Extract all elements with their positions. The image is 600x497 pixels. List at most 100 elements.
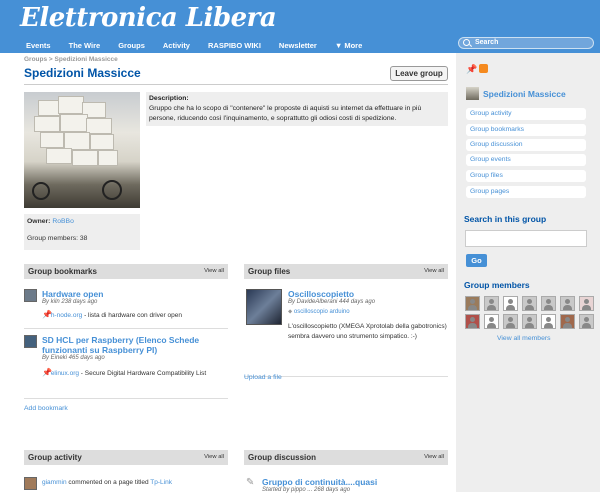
search-input[interactable]: Search — [458, 37, 594, 49]
bookmark-desc: - Secure Digital Hardware Compatibility … — [79, 370, 207, 377]
member-avatar[interactable] — [579, 314, 594, 329]
site-logo[interactable]: Elettronica Libera — [20, 3, 277, 33]
nav-events[interactable]: Events — [26, 41, 51, 50]
description-label: Description: — [149, 95, 189, 102]
owner-link[interactable]: RoBBo — [52, 218, 74, 225]
tag-icon: ⬥ — [288, 309, 293, 315]
page-title: Spedizioni Massicce — [24, 66, 141, 80]
avatar[interactable] — [24, 289, 37, 302]
bookmark-link[interactable]: elinux.org — [51, 370, 79, 377]
add-bookmark-link[interactable]: Add bookmark — [24, 405, 68, 412]
nav-newsletter[interactable]: Newsletter — [279, 41, 317, 50]
nav-groups[interactable]: Groups — [118, 41, 145, 50]
file-meta: By DavideAlberani 444 days ago — [288, 299, 376, 305]
leave-group-button[interactable]: Leave group — [390, 66, 448, 81]
member-avatar[interactable] — [541, 296, 556, 311]
sidebar-item-group-pages[interactable]: Group pages — [466, 186, 586, 198]
file-tags[interactable]: oscilloscopio arduino — [294, 309, 350, 315]
group-activity-title: Group activity — [28, 453, 82, 462]
pin-icon[interactable]: 📌 — [466, 64, 477, 75]
member-avatar[interactable] — [522, 314, 537, 329]
bookmark-title[interactable]: Hardware open — [42, 289, 103, 299]
bookmark-meta: By kiln 238 days ago — [42, 299, 98, 305]
site-header: Elettronica Libera Events The Wire Group… — [0, 0, 600, 53]
group-discussion-panel: Group discussion View all ✎ Gruppo di co… — [244, 450, 448, 493]
sidebar-item-group-bookmarks[interactable]: Group bookmarks — [466, 124, 586, 136]
discussion-item: ✎ Gruppo di continuità....quasi Started … — [244, 477, 448, 497]
title-divider — [24, 84, 448, 85]
file-thumbnail[interactable] — [246, 289, 282, 325]
bookmarks-view-all-link[interactable]: View all — [204, 264, 224, 279]
bookmark-link[interactable]: h-node.org — [51, 312, 82, 319]
nav-activity[interactable]: Activity — [163, 41, 190, 50]
member-count: Group members: 38 — [27, 235, 88, 242]
sidebar-group-name[interactable]: Spedizioni Massicce — [483, 89, 566, 99]
group-members-heading: Group members — [464, 280, 530, 290]
go-button[interactable]: Go — [466, 254, 487, 267]
avatar[interactable] — [24, 335, 37, 348]
sidebar-group-avatar[interactable] — [466, 87, 479, 100]
member-avatar[interactable] — [503, 314, 518, 329]
avatar[interactable] — [24, 477, 37, 490]
bookmark-item: SD HCL per Raspberry (Elenco Schede funz… — [24, 333, 228, 399]
rss-icon[interactable] — [479, 64, 488, 73]
activity-item: giammin commented on a page titled Tp-Li… — [24, 477, 228, 491]
member-avatar[interactable] — [560, 296, 575, 311]
group-owner-box: Owner: RoBBo Group members: 38 — [24, 214, 140, 250]
member-avatar[interactable] — [522, 296, 537, 311]
bookmark-desc: - lista di hardware con driver open — [82, 312, 182, 319]
member-avatar[interactable] — [579, 296, 594, 311]
member-avatar[interactable] — [503, 296, 518, 311]
file-description: L'oscilloscopietto (XMEGA Xprotolab dell… — [288, 323, 447, 340]
group-files-header: Group files View all — [244, 264, 448, 279]
member-avatar[interactable] — [560, 314, 575, 329]
sidebar-item-group-discussion[interactable]: Group discussion — [466, 139, 586, 151]
activity-user[interactable]: giammin — [42, 479, 67, 486]
pencil-icon: ✎ — [246, 477, 255, 488]
bookmark-title[interactable]: SD HCL per Raspberry (Elenco Schede funz… — [42, 335, 228, 355]
sidebar-item-group-events[interactable]: Group events — [466, 154, 586, 166]
upload-file-link[interactable]: Upload a file — [244, 374, 282, 381]
file-item: Oscilloscopietto By DavideAlberani 444 d… — [244, 289, 448, 377]
discussion-title[interactable]: Gruppo di continuità....quasi — [262, 477, 377, 487]
bookmark-meta: By Eineki 465 days ago — [42, 355, 105, 361]
group-bookmarks-header: Group bookmarks View all — [24, 264, 228, 279]
discussion-meta: Started by pippo ... 268 days ago — [262, 487, 351, 493]
group-discussion-header: Group discussion View all — [244, 450, 448, 465]
pin-icon: 📌 — [42, 310, 52, 319]
member-avatar[interactable] — [484, 296, 499, 311]
member-avatar[interactable] — [541, 314, 556, 329]
member-avatar[interactable] — [484, 314, 499, 329]
member-avatar[interactable] — [465, 314, 480, 329]
bookmark-item: Hardware open By kiln 238 days ago 📌 h-n… — [24, 289, 228, 329]
nav-the-wire[interactable]: The Wire — [69, 41, 101, 50]
owner-label: Owner: — [27, 218, 51, 225]
breadcrumb[interactable]: Groups > Spedizioni Massicce — [24, 56, 118, 63]
search-icon — [463, 39, 470, 46]
description-text: Gruppo che ha lo scopo di "contenere" le… — [149, 105, 422, 122]
main-nav: Events The Wire Groups Activity RASPIBO … — [26, 41, 380, 50]
group-files-title: Group files — [248, 267, 291, 276]
discussion-view-all-link[interactable]: View all — [424, 450, 444, 465]
sidebar-item-group-files[interactable]: Group files — [466, 170, 586, 182]
group-search-heading: Search in this group — [464, 214, 547, 224]
nav-more[interactable]: ▼ More — [335, 41, 362, 50]
activity-view-all-link[interactable]: View all — [204, 450, 224, 465]
group-bookmarks-title: Group bookmarks — [28, 267, 97, 276]
file-title[interactable]: Oscilloscopietto — [288, 289, 354, 299]
member-avatar[interactable] — [465, 296, 480, 311]
group-discussion-title: Group discussion — [248, 453, 317, 462]
view-all-members-link[interactable]: View all members — [497, 335, 551, 342]
group-search-input[interactable] — [465, 230, 587, 247]
group-files-panel: Group files View all Oscilloscopietto By… — [244, 264, 448, 394]
nav-raspibo-wiki[interactable]: RASPIBO WIKI — [208, 41, 261, 50]
files-view-all-link[interactable]: View all — [424, 264, 444, 279]
group-photo — [24, 92, 140, 208]
activity-text: commented on a page titled — [66, 479, 151, 486]
group-activity-panel: Group activity View all giammin commente… — [24, 450, 228, 492]
group-bookmarks-panel: Group bookmarks View all Hardware open B… — [24, 264, 228, 424]
activity-target[interactable]: Tp-Link — [150, 479, 172, 486]
group-description: Description: Gruppo che ha lo scopo di "… — [146, 92, 448, 126]
sidebar-item-group-activity[interactable]: Group activity — [466, 108, 586, 120]
search-placeholder: Search — [475, 39, 499, 46]
